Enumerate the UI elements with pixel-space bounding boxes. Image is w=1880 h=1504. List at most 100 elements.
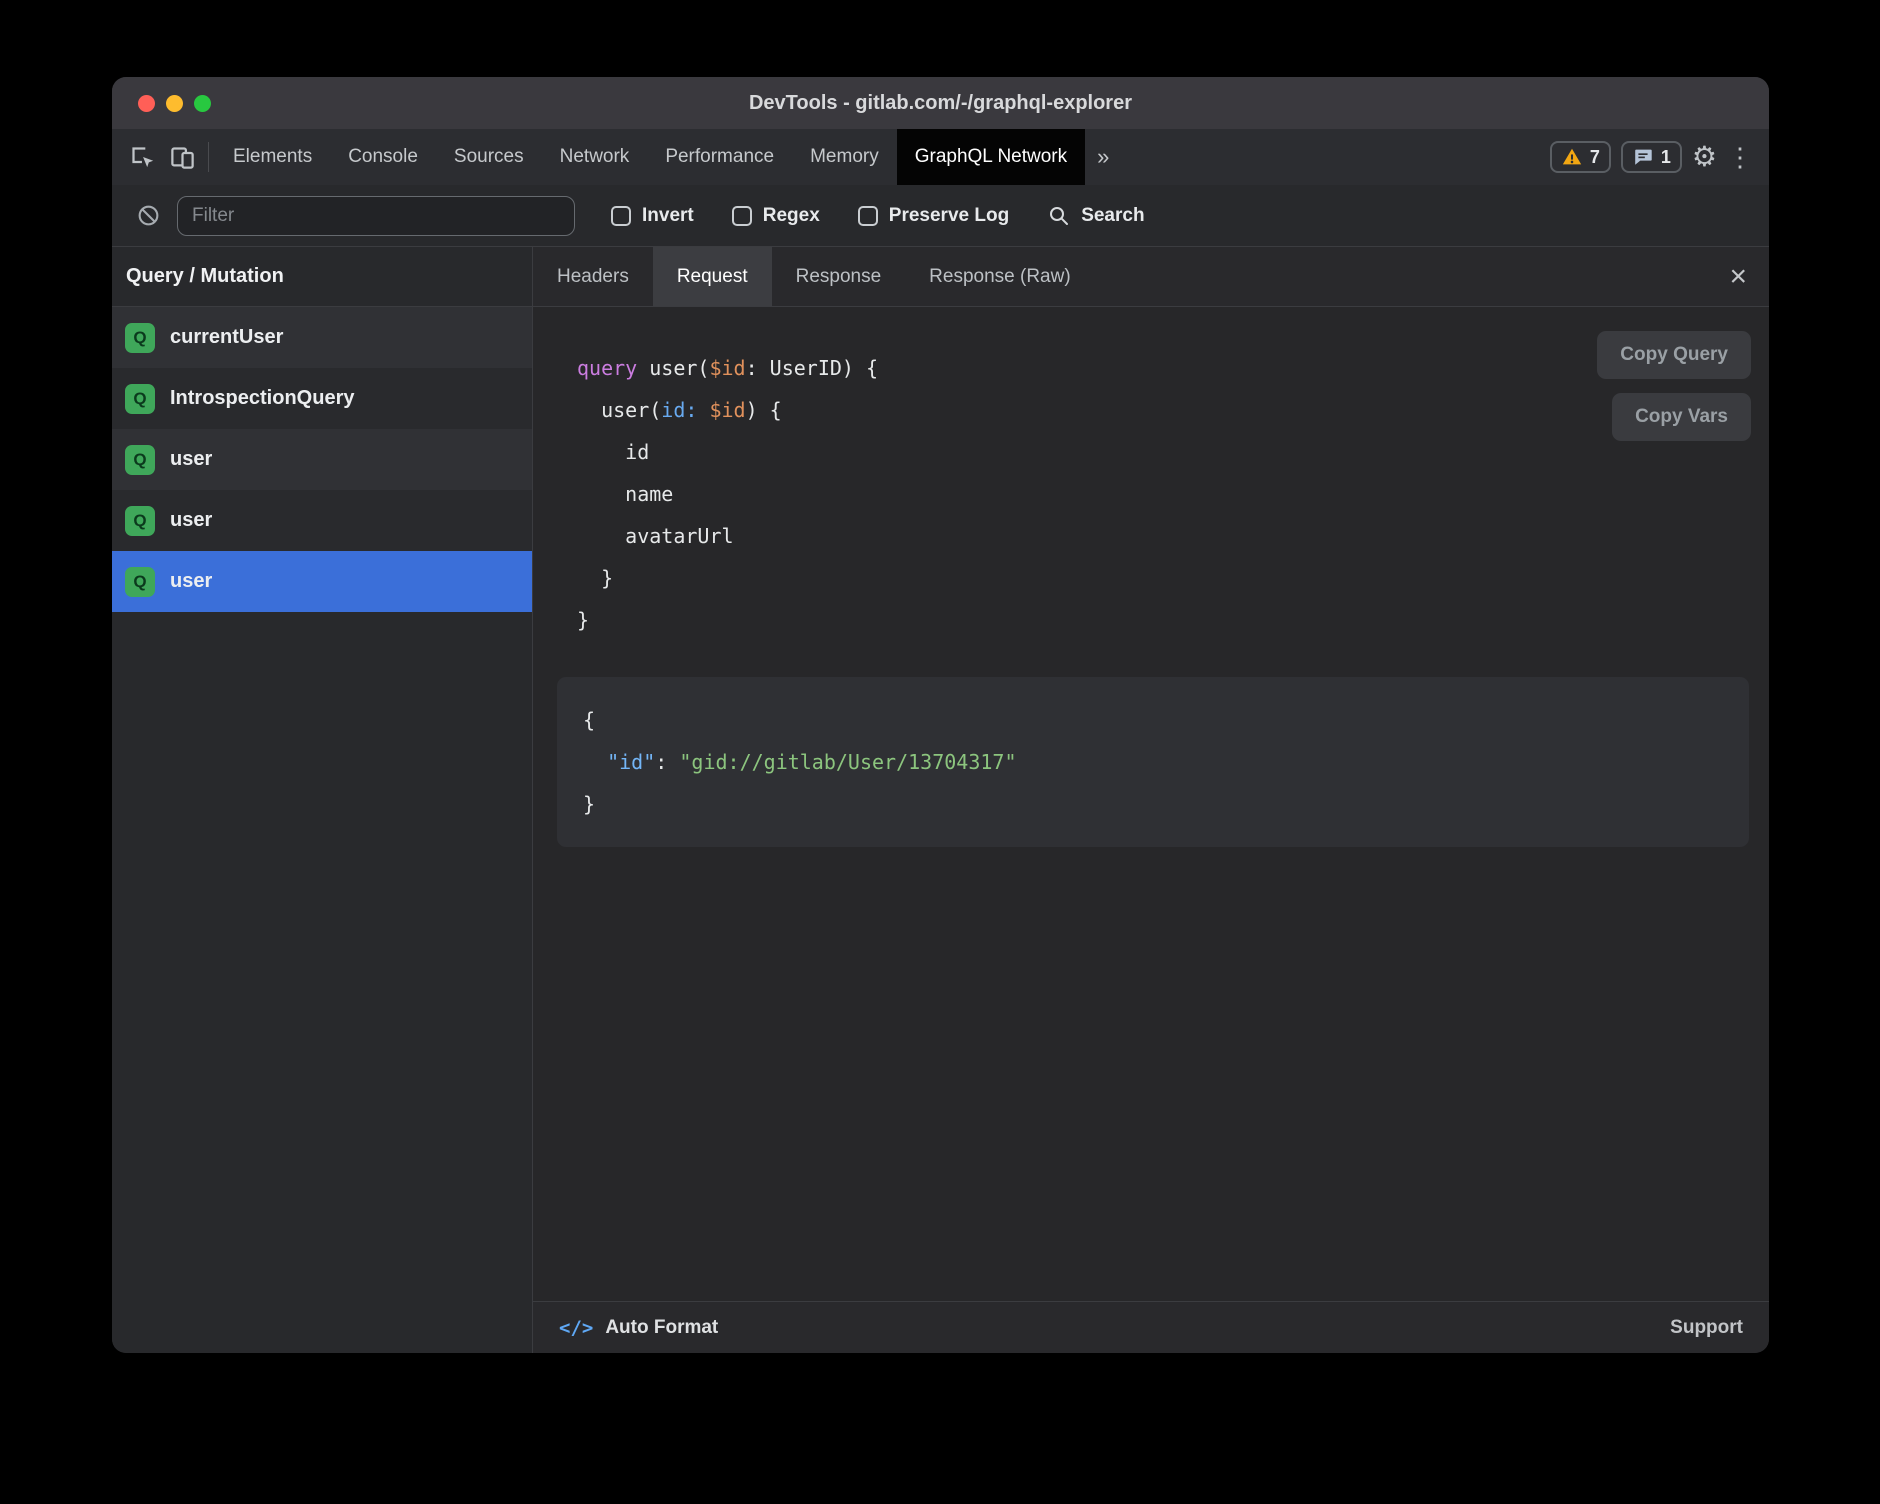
main-tab-network[interactable]: Network bbox=[542, 129, 648, 185]
detail-tab-response-raw[interactable]: Response (Raw) bbox=[905, 247, 1095, 306]
checkbox-preserve-log[interactable]: Preserve Log bbox=[858, 205, 1009, 227]
checkbox-box[interactable] bbox=[858, 206, 878, 226]
checkbox-box[interactable] bbox=[611, 206, 631, 226]
checkbox-regex[interactable]: Regex bbox=[732, 205, 820, 227]
request-content: Copy Query Copy Vars query user($id: Use… bbox=[533, 307, 1769, 1301]
main-tab-memory[interactable]: Memory bbox=[792, 129, 897, 185]
toolbar-divider bbox=[208, 142, 209, 172]
code-line: name bbox=[577, 473, 1769, 515]
code-token: avatarUrl bbox=[577, 524, 734, 548]
code-line: user(id: $id) { bbox=[577, 389, 1769, 431]
query-name: currentUser bbox=[170, 326, 283, 349]
code-line: } bbox=[577, 599, 1769, 641]
query-list-item[interactable]: Quser bbox=[112, 490, 532, 551]
inspect-element-icon[interactable] bbox=[122, 137, 162, 177]
code-token: "gid://gitlab/User/13704317" bbox=[679, 750, 1016, 774]
warnings-badge[interactable]: 7 bbox=[1550, 141, 1611, 173]
main-tab-graphql-network[interactable]: GraphQL Network bbox=[897, 129, 1085, 185]
main-tab-elements[interactable]: Elements bbox=[215, 129, 330, 185]
titlebar: DevTools - gitlab.com/-/graphql-explorer bbox=[112, 77, 1769, 129]
zoom-window-button[interactable] bbox=[194, 95, 211, 112]
detail-tab-headers[interactable]: Headers bbox=[533, 247, 653, 306]
block-icon[interactable] bbox=[136, 203, 161, 228]
code-line: avatarUrl bbox=[577, 515, 1769, 557]
more-options-icon[interactable]: ⋮ bbox=[1727, 144, 1753, 170]
sidebar: Query / Mutation QcurrentUserQIntrospect… bbox=[112, 247, 533, 1353]
code-line: { bbox=[583, 699, 1723, 741]
toolbar-right: 7 1 ⚙ ⋮ bbox=[1550, 141, 1769, 173]
code-token: { bbox=[583, 708, 595, 732]
code-token: "id" bbox=[607, 750, 655, 774]
checkbox-invert[interactable]: Invert bbox=[611, 205, 694, 227]
warning-count: 7 bbox=[1590, 147, 1600, 168]
code-line: id bbox=[577, 431, 1769, 473]
filter-input[interactable] bbox=[177, 196, 575, 236]
close-window-button[interactable] bbox=[138, 95, 155, 112]
devtools-toolbar: ElementsConsoleSourcesNetworkPerformance… bbox=[112, 129, 1769, 185]
query-list-item[interactable]: QcurrentUser bbox=[112, 307, 532, 368]
code-token: } bbox=[577, 608, 589, 632]
detail-tab-request[interactable]: Request bbox=[653, 247, 772, 306]
main-tab-performance[interactable]: Performance bbox=[647, 129, 792, 185]
main-tab-console[interactable]: Console bbox=[330, 129, 436, 185]
code-token bbox=[583, 750, 607, 774]
search-label: Search bbox=[1081, 205, 1144, 227]
minimize-window-button[interactable] bbox=[166, 95, 183, 112]
search-button[interactable]: Search bbox=[1047, 204, 1144, 228]
code-token: } bbox=[577, 566, 613, 590]
query-name: user bbox=[170, 448, 212, 471]
code-token: query bbox=[577, 356, 637, 380]
copy-vars-button[interactable]: Copy Vars bbox=[1612, 393, 1751, 441]
detail-tabs: HeadersRequestResponseResponse (Raw) bbox=[533, 247, 1095, 306]
more-tabs-button[interactable]: » bbox=[1085, 129, 1121, 185]
code-token: id bbox=[577, 440, 649, 464]
query-list: QcurrentUserQIntrospectionQueryQuserQuse… bbox=[112, 307, 532, 612]
code-token: user( bbox=[577, 398, 661, 422]
code-token bbox=[697, 398, 709, 422]
window-title: DevTools - gitlab.com/-/graphql-explorer bbox=[112, 92, 1769, 115]
query-list-item[interactable]: Quser bbox=[112, 429, 532, 490]
copy-query-button[interactable]: Copy Query bbox=[1597, 331, 1751, 379]
code-icon: </> bbox=[559, 1317, 593, 1339]
checkbox-box[interactable] bbox=[732, 206, 752, 226]
graphql-query-code: query user($id: UserID) { user(id: $id) … bbox=[533, 307, 1769, 641]
code-token: : UserID) { bbox=[746, 356, 878, 380]
search-icon bbox=[1047, 204, 1071, 228]
code-line: } bbox=[577, 557, 1769, 599]
warning-icon bbox=[1561, 146, 1583, 168]
query-list-item[interactable]: Quser bbox=[112, 551, 532, 612]
filter-bar: Invert Regex Preserve Log Search bbox=[112, 185, 1769, 247]
query-name: user bbox=[170, 570, 212, 593]
issues-badge[interactable]: 1 bbox=[1621, 141, 1682, 173]
code-token: : bbox=[655, 750, 679, 774]
query-type-badge: Q bbox=[125, 567, 155, 597]
detail-footer: </> Auto Format Support bbox=[533, 1301, 1769, 1353]
issue-count: 1 bbox=[1661, 147, 1671, 168]
code-token: user( bbox=[637, 356, 709, 380]
detail-tab-response[interactable]: Response bbox=[772, 247, 906, 306]
main-tab-strip: ElementsConsoleSourcesNetworkPerformance… bbox=[215, 129, 1085, 185]
query-name: IntrospectionQuery bbox=[170, 387, 354, 410]
auto-format-button[interactable]: </> Auto Format bbox=[559, 1317, 718, 1339]
main-tab-sources[interactable]: Sources bbox=[436, 129, 542, 185]
query-list-item[interactable]: QIntrospectionQuery bbox=[112, 368, 532, 429]
support-link[interactable]: Support bbox=[1670, 1317, 1743, 1339]
copy-buttons: Copy Query Copy Vars bbox=[1597, 331, 1751, 441]
code-line: "id": "gid://gitlab/User/13704317" bbox=[583, 741, 1723, 783]
code-token: $id bbox=[709, 398, 745, 422]
code-token: ) { bbox=[746, 398, 782, 422]
query-type-badge: Q bbox=[125, 445, 155, 475]
checkbox-label: Regex bbox=[763, 205, 820, 227]
detail-panel: HeadersRequestResponseResponse (Raw) × C… bbox=[533, 247, 1769, 1353]
code-token: $id bbox=[709, 356, 745, 380]
filter-checkbox-group: Invert Regex Preserve Log bbox=[611, 205, 1009, 227]
query-variables-panel: { "id": "gid://gitlab/User/13704317"} bbox=[557, 677, 1749, 847]
query-type-badge: Q bbox=[125, 506, 155, 536]
code-line: } bbox=[583, 783, 1723, 825]
device-toolbar-icon[interactable] bbox=[162, 137, 202, 177]
settings-gear-icon[interactable]: ⚙ bbox=[1692, 143, 1717, 171]
checkbox-label: Invert bbox=[642, 205, 694, 227]
checkbox-label: Preserve Log bbox=[889, 205, 1009, 227]
panel-body: Query / Mutation QcurrentUserQIntrospect… bbox=[112, 247, 1769, 1353]
close-panel-icon[interactable]: × bbox=[1729, 262, 1747, 292]
